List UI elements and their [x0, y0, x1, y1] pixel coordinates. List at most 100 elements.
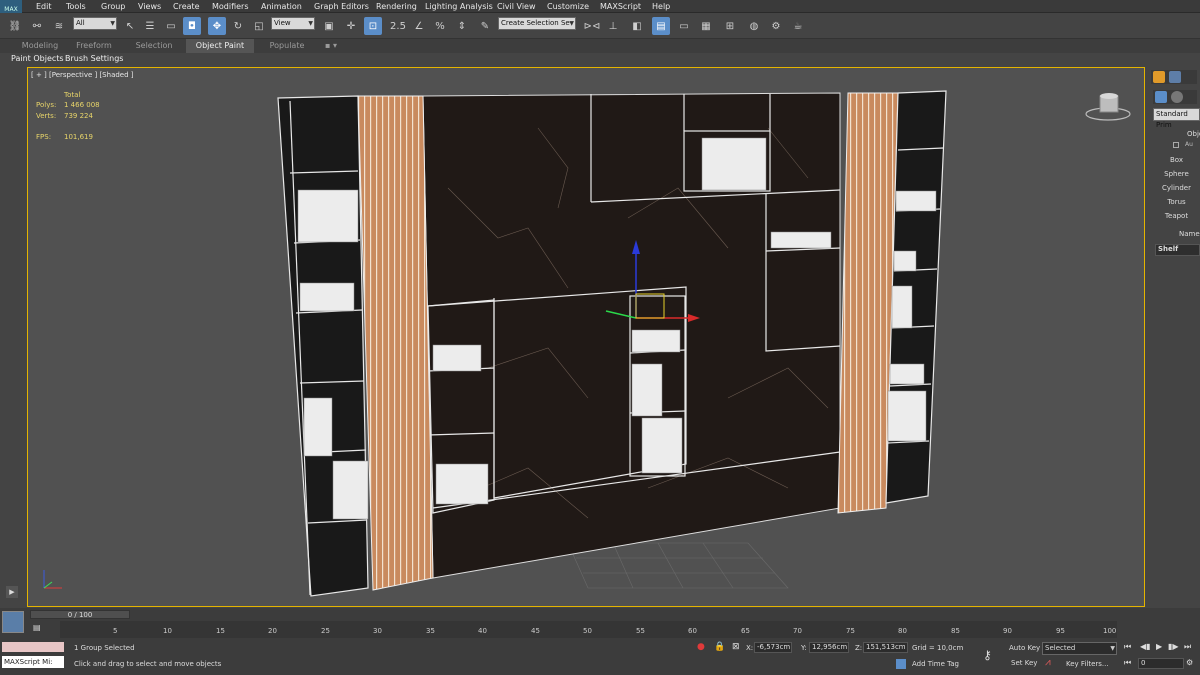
- go-to-end-icon[interactable]: ⏭: [1184, 642, 1191, 652]
- tab-populate[interactable]: Populate: [260, 39, 314, 53]
- select-by-name-icon[interactable]: ☰: [141, 17, 159, 35]
- category-dropdown[interactable]: Standard Prim: [1153, 108, 1200, 129]
- previous-frame-icon[interactable]: ◀▮: [1140, 642, 1151, 651]
- curve-editor-icon[interactable]: ▦: [697, 17, 715, 35]
- subtab-paint-objects[interactable]: Paint Objects: [11, 53, 64, 65]
- teapot-button[interactable]: Teapot: [1153, 210, 1200, 222]
- graphite-ribbon-icon[interactable]: ▭: [675, 17, 693, 35]
- selection-filter-dropdown[interactable]: All ▼: [73, 17, 117, 30]
- select-object-icon[interactable]: ↖: [121, 17, 139, 35]
- add-time-tag[interactable]: Add Time Tag: [912, 660, 959, 668]
- menu-views[interactable]: Views: [138, 0, 161, 13]
- schematic-view-icon[interactable]: ⊞: [721, 17, 739, 35]
- render-teapot-icon[interactable]: ☕: [789, 17, 807, 35]
- ribbon-subtabs: Paint Objects Brush Settings: [0, 53, 1200, 65]
- maxscript-listener-pink[interactable]: [2, 642, 64, 652]
- keyboard-shortcut-override-icon[interactable]: ⊡: [364, 17, 382, 35]
- key-mode-toggle-icon[interactable]: ⏮: [1124, 658, 1131, 668]
- current-frame-field[interactable]: 0: [1138, 658, 1184, 669]
- set-key-button[interactable]: Set Key: [1011, 659, 1037, 667]
- tab-modeling[interactable]: Modeling: [12, 39, 68, 53]
- time-slider[interactable]: 0 / 100: [30, 610, 130, 619]
- go-to-start-icon[interactable]: ⏮: [1124, 642, 1131, 652]
- object-name-field[interactable]: Shelf: [1155, 244, 1200, 256]
- tab-object-paint[interactable]: Object Paint: [186, 39, 254, 53]
- unlink-icon[interactable]: ⚯: [28, 17, 46, 35]
- geometry-icon[interactable]: [1155, 91, 1167, 103]
- reference-coordinate-dropdown[interactable]: View ▼: [271, 17, 315, 30]
- scene-explorer-icon[interactable]: ▤: [652, 17, 670, 35]
- timeline-track[interactable]: 5 10 15 20 25 30 35 40 45 50 55 60 65 70…: [60, 621, 1117, 638]
- link-icon[interactable]: ⛓: [6, 17, 24, 35]
- menu-create[interactable]: Create: [173, 0, 200, 13]
- select-and-scale-icon[interactable]: ◱: [250, 17, 268, 35]
- time-tag-icon[interactable]: [896, 659, 906, 669]
- key-filters-icon[interactable]: ⩘: [1045, 657, 1051, 668]
- time-configuration-icon[interactable]: ⚙: [1186, 658, 1193, 667]
- torus-button[interactable]: Torus: [1153, 196, 1200, 208]
- select-manipulate-icon[interactable]: ✛: [342, 17, 360, 35]
- tab-freeform[interactable]: Freeform: [68, 39, 120, 53]
- autogrid-checkbox[interactable]: [1173, 142, 1179, 148]
- shapes-icon[interactable]: [1171, 91, 1183, 103]
- material-editor-icon[interactable]: ◍: [745, 17, 763, 35]
- cylinder-button[interactable]: Cylinder: [1153, 182, 1200, 194]
- z-coordinate-field[interactable]: 151,513cm: [863, 642, 908, 653]
- key-filters-button[interactable]: Key Filters...: [1066, 660, 1109, 668]
- app-logo-icon[interactable]: MAX: [0, 0, 22, 13]
- menu-group[interactable]: Group: [101, 0, 125, 13]
- set-key-icon[interactable]: ⚷: [983, 648, 992, 662]
- expand-arrow-icon[interactable]: ▶: [6, 586, 18, 598]
- modify-tab-icon[interactable]: [1169, 71, 1181, 83]
- maxscript-mini-listener[interactable]: MAXScript Mi:: [2, 656, 64, 668]
- mini-listener-toggle-icon[interactable]: [2, 611, 24, 633]
- auto-key-button[interactable]: Auto Key: [1009, 644, 1040, 652]
- key-mode-dropdown[interactable]: Selected ▼: [1042, 642, 1117, 655]
- menu-edit[interactable]: Edit: [36, 0, 52, 13]
- tab-selection[interactable]: Selection: [126, 39, 182, 53]
- percent-snap-icon[interactable]: %: [431, 17, 449, 35]
- ribbon-options-icon[interactable]: ▪ ▾: [320, 39, 342, 53]
- curve-editor-toggle-icon[interactable]: ▤: [33, 623, 41, 632]
- menu-help[interactable]: Help: [652, 0, 670, 13]
- render-setup-icon[interactable]: ⚙: [767, 17, 785, 35]
- tick-label: 5: [113, 627, 118, 635]
- menu-animation[interactable]: Animation: [261, 0, 302, 13]
- y-coordinate-field[interactable]: 12,956cm: [809, 642, 849, 653]
- select-and-rotate-icon[interactable]: ↻: [229, 17, 247, 35]
- window-crossing-icon[interactable]: ◘: [183, 17, 201, 35]
- next-frame-icon[interactable]: ▮▶: [1168, 642, 1179, 651]
- menu-tools[interactable]: Tools: [66, 0, 86, 13]
- sphere-button[interactable]: Sphere: [1153, 168, 1200, 180]
- menu-maxscript[interactable]: MAXScript: [600, 0, 641, 13]
- play-icon[interactable]: ▶: [1156, 642, 1162, 651]
- edit-named-selection-icon[interactable]: ✎: [476, 17, 494, 35]
- menu-graph-editors[interactable]: Graph Editors: [314, 0, 369, 13]
- align-icon[interactable]: ⊥: [604, 17, 622, 35]
- bind-spacewarp-icon[interactable]: ≋: [50, 17, 68, 35]
- name-color-rollout-title[interactable]: Name: [1179, 230, 1200, 238]
- create-tab-icon[interactable]: [1153, 71, 1165, 83]
- subtab-brush-settings[interactable]: Brush Settings: [65, 53, 123, 65]
- absolute-mode-icon[interactable]: ⊠: [732, 642, 740, 652]
- spinner-snap-icon[interactable]: ⇕: [453, 17, 471, 35]
- menu-rendering[interactable]: Rendering: [376, 0, 417, 13]
- menu-lighting-analysis[interactable]: Lighting Analysis: [425, 0, 493, 13]
- mirror-icon[interactable]: ⊳⊲: [583, 17, 601, 35]
- object-type-rollout-title[interactable]: Obje: [1187, 130, 1200, 138]
- menu-modifiers[interactable]: Modifiers: [212, 0, 249, 13]
- lock-icon[interactable]: 🔒: [714, 642, 725, 652]
- perspective-viewport[interactable]: [ + ] [Perspective ] [Shaded ] Total Pol…: [27, 67, 1145, 607]
- snaps-toggle-icon[interactable]: 2.5: [389, 17, 407, 35]
- layer-explorer-icon[interactable]: ◧: [628, 17, 646, 35]
- menu-customize[interactable]: Customize: [547, 0, 589, 13]
- pivot-center-icon[interactable]: ▣: [320, 17, 338, 35]
- named-selection-set-dropdown[interactable]: Create Selection Se ▼: [498, 17, 576, 30]
- select-and-move-icon[interactable]: ✥: [208, 17, 226, 35]
- angle-snap-icon[interactable]: ∠: [410, 17, 428, 35]
- menu-civil-view[interactable]: Civil View: [497, 0, 536, 13]
- isolate-icon[interactable]: ●: [697, 642, 705, 652]
- box-button[interactable]: Box: [1153, 154, 1200, 166]
- rectangular-selection-icon[interactable]: ▭: [162, 17, 180, 35]
- x-coordinate-field[interactable]: -6,573cm: [754, 642, 792, 653]
